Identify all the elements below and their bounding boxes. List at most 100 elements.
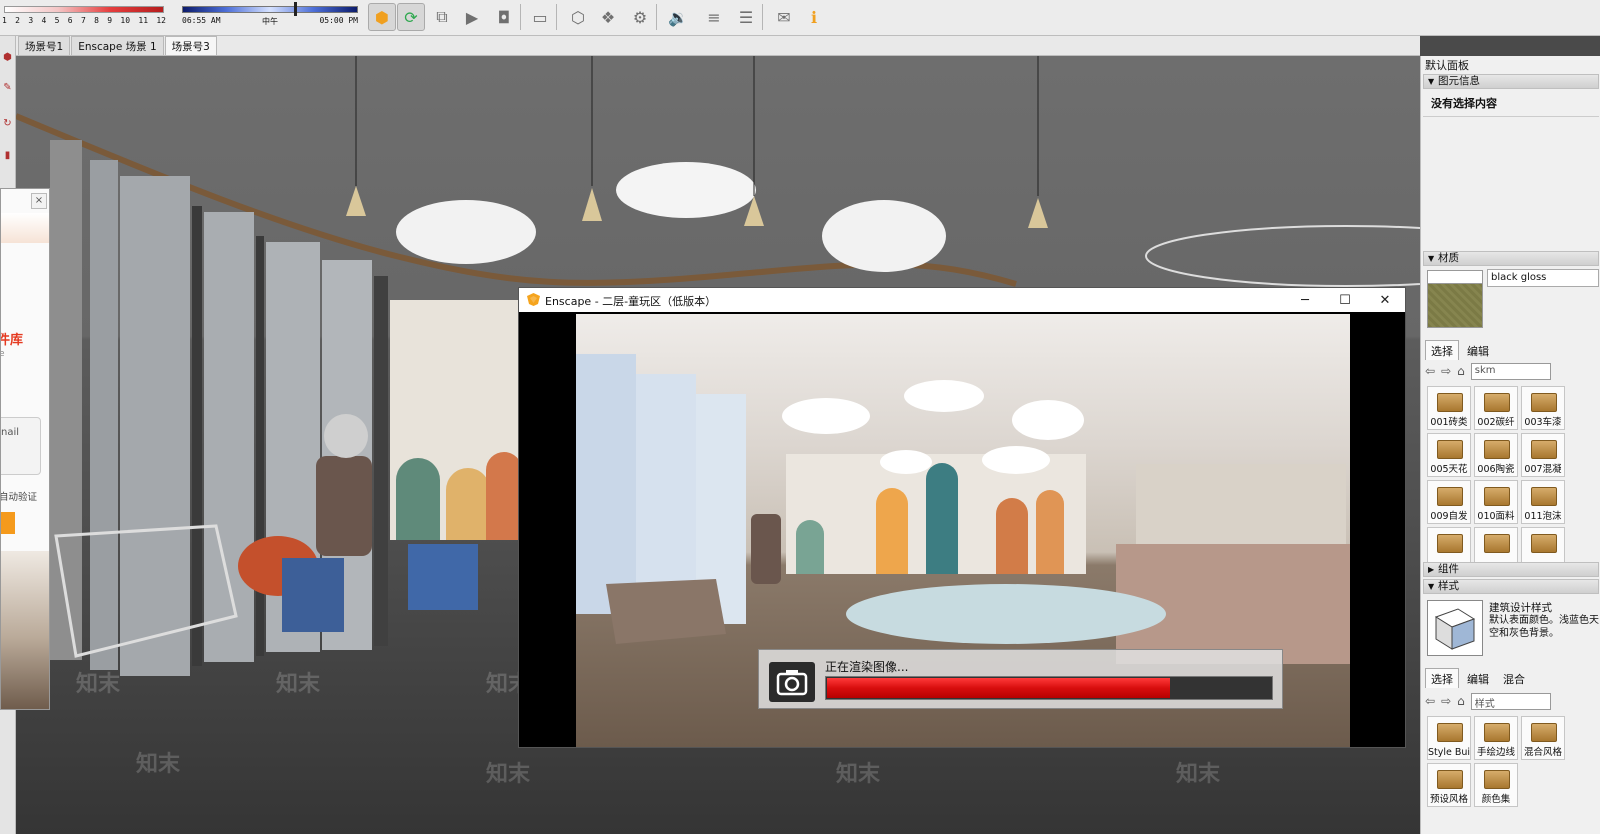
play-rug bbox=[846, 584, 1166, 644]
library-item[interactable]: 混合风格 bbox=[1521, 716, 1565, 760]
panel-tab[interactable]: 混合 bbox=[1497, 668, 1531, 688]
month-label: 2 bbox=[15, 16, 20, 25]
material-swatch-preview bbox=[1427, 270, 1483, 284]
minimize-button[interactable]: ─ bbox=[1285, 288, 1325, 312]
library-item[interactable]: Style Buil bbox=[1427, 716, 1471, 760]
time-slider-track[interactable] bbox=[182, 6, 358, 13]
measure-icon[interactable]: ▮ bbox=[1, 148, 14, 162]
panel-tab[interactable]: 选择 bbox=[1425, 340, 1459, 360]
arch-panel bbox=[396, 458, 440, 540]
close-button[interactable]: ✕ bbox=[1365, 288, 1405, 312]
material-name-field[interactable]: black gloss bbox=[1487, 269, 1599, 287]
shadow-month-slider[interactable]: 1 2 3 4 5 6 7 8 9 10 11 12 bbox=[0, 2, 168, 26]
library-item[interactable]: 颜色集 bbox=[1474, 763, 1518, 807]
library-item[interactable]: 手绘边线 bbox=[1474, 716, 1518, 760]
month-label: 9 bbox=[107, 16, 113, 25]
month-slider-track[interactable] bbox=[4, 6, 164, 13]
camera-sync-icon: ⧉ bbox=[436, 7, 448, 26]
render-progress-fill bbox=[827, 678, 1171, 698]
month-label: 3 bbox=[28, 16, 34, 25]
materials-search-input[interactable]: skm bbox=[1470, 362, 1551, 380]
library-item[interactable]: 001砖类 bbox=[1427, 386, 1471, 430]
window-mullion bbox=[374, 276, 388, 646]
library-item[interactable]: 006陶瓷 bbox=[1474, 433, 1518, 477]
window-column bbox=[50, 140, 82, 660]
enscape-titlebar[interactable]: Enscape - 二层-童玩区（低版本） ─ ☐ ✕ bbox=[519, 288, 1405, 312]
batch-render-button[interactable]: ❖ bbox=[594, 3, 622, 31]
library-item-label: 预设风格 bbox=[1429, 794, 1468, 805]
enscape-window: Enscape - 二层-童玩区（低版本） ─ ☐ ✕ 正在渲染图像... bbox=[518, 287, 1406, 748]
library-item[interactable]: 011泡沫 bbox=[1521, 480, 1565, 524]
email-field[interactable] bbox=[1, 417, 41, 475]
paint-icon[interactable]: ✎ bbox=[1, 80, 14, 94]
scene-tab-strip: 场景号1 Enscape 场景 1 场景号3 bbox=[16, 36, 1420, 56]
library-item[interactable]: 010面料 bbox=[1474, 480, 1518, 524]
styles-header[interactable]: ▼ 样式 bbox=[1423, 579, 1599, 594]
panel-tab[interactable]: 编辑 bbox=[1461, 668, 1495, 688]
scene-tab[interactable]: 场景号1 bbox=[18, 36, 71, 55]
watermark: 知末 bbox=[1176, 762, 1221, 787]
live-update-button[interactable]: ⟳ bbox=[397, 3, 425, 31]
styles-search-input[interactable]: 样式 bbox=[1470, 692, 1551, 710]
panel-tab[interactable]: 选择 bbox=[1425, 668, 1459, 688]
cloud-lamp bbox=[396, 200, 536, 264]
home-icon[interactable]: ⌂ bbox=[1457, 694, 1465, 708]
login-button[interactable] bbox=[1, 512, 15, 534]
window-pane bbox=[204, 212, 254, 662]
audio-button[interactable]: 🔉 bbox=[664, 3, 692, 31]
eraser-icon[interactable]: ⬢ bbox=[1, 50, 14, 64]
library-item[interactable]: 预设风格 bbox=[1427, 763, 1471, 807]
window-pane bbox=[576, 354, 636, 614]
style-thumbnail[interactable] bbox=[1427, 600, 1483, 656]
rotate-icon[interactable]: ↻ bbox=[1, 116, 14, 130]
asset-library-button[interactable]: ⬡ bbox=[564, 3, 592, 31]
month-label: 7 bbox=[80, 16, 86, 25]
screenshot-button[interactable]: ◘ bbox=[490, 3, 518, 31]
components-header[interactable]: ▶ 组件 bbox=[1423, 562, 1599, 577]
month-labels: 1 2 3 4 5 6 7 8 9 10 11 12 bbox=[0, 16, 168, 25]
panel-tab[interactable]: 编辑 bbox=[1461, 340, 1495, 360]
sync-views-button[interactable]: ⧉ bbox=[428, 3, 456, 31]
arch-panel bbox=[996, 498, 1028, 574]
entity-info-header[interactable]: ▼ 图元信息 bbox=[1423, 74, 1599, 89]
general-settings-button[interactable]: ☰ bbox=[732, 3, 760, 31]
library-item[interactable]: 007混凝 bbox=[1521, 433, 1565, 477]
arch-panel bbox=[876, 488, 908, 574]
adjust-icon: ☰ bbox=[738, 7, 754, 27]
back-arrow-icon[interactable]: ⇦ bbox=[1425, 694, 1435, 708]
toolbar-separator bbox=[762, 4, 763, 30]
dialog-subtitle-fragment: e bbox=[1, 349, 5, 359]
library-item-label: 010面料 bbox=[1477, 511, 1515, 522]
auto-verify-label[interactable]: 自动验证 bbox=[1, 489, 37, 503]
watermark: 知末 bbox=[836, 762, 881, 787]
video-editor-button[interactable]: ▶ bbox=[458, 3, 486, 31]
forward-arrow-icon[interactable]: ⇨ bbox=[1441, 694, 1451, 708]
scene-tab[interactable]: 场景号3 bbox=[164, 36, 217, 55]
shadow-time-slider[interactable]: 06:55 AM 中午 05:00 PM bbox=[182, 2, 358, 26]
library-item-label: 003车漆 bbox=[1524, 417, 1562, 428]
visual-settings-button[interactable]: ≡ bbox=[700, 3, 728, 31]
cloud-lamp bbox=[904, 380, 984, 412]
forward-arrow-icon[interactable]: ⇨ bbox=[1441, 364, 1451, 378]
enscape-render-view[interactable]: 正在渲染图像... bbox=[576, 314, 1350, 747]
collapse-triangle-icon: ▼ bbox=[1428, 582, 1435, 591]
dialog-close-button[interactable]: × bbox=[31, 193, 47, 209]
about-button[interactable]: ℹ bbox=[800, 3, 828, 31]
maximize-button[interactable]: ☐ bbox=[1325, 288, 1365, 312]
vr-headset-button[interactable]: ▭ bbox=[526, 3, 554, 31]
figure-head bbox=[324, 414, 368, 458]
library-item[interactable]: 005天花 bbox=[1427, 433, 1471, 477]
library-item[interactable]: 009自发 bbox=[1427, 480, 1471, 524]
library-item[interactable]: 003车漆 bbox=[1521, 386, 1565, 430]
entity-info-label: 图元信息 bbox=[1438, 75, 1480, 87]
time-slider-handle[interactable] bbox=[294, 2, 297, 16]
feedback-button[interactable]: ✉ bbox=[770, 3, 798, 31]
render-settings-button[interactable]: ⚙ bbox=[626, 3, 654, 31]
enscape-start-button[interactable]: ⬢ bbox=[368, 3, 396, 31]
back-arrow-icon[interactable]: ⇦ bbox=[1425, 364, 1435, 378]
divider bbox=[1423, 116, 1599, 117]
materials-header[interactable]: ▼ 材质 bbox=[1423, 251, 1599, 266]
library-item[interactable]: 002碳纤 bbox=[1474, 386, 1518, 430]
home-icon[interactable]: ⌂ bbox=[1457, 364, 1465, 378]
scene-tab[interactable]: Enscape 场景 1 bbox=[71, 36, 164, 55]
